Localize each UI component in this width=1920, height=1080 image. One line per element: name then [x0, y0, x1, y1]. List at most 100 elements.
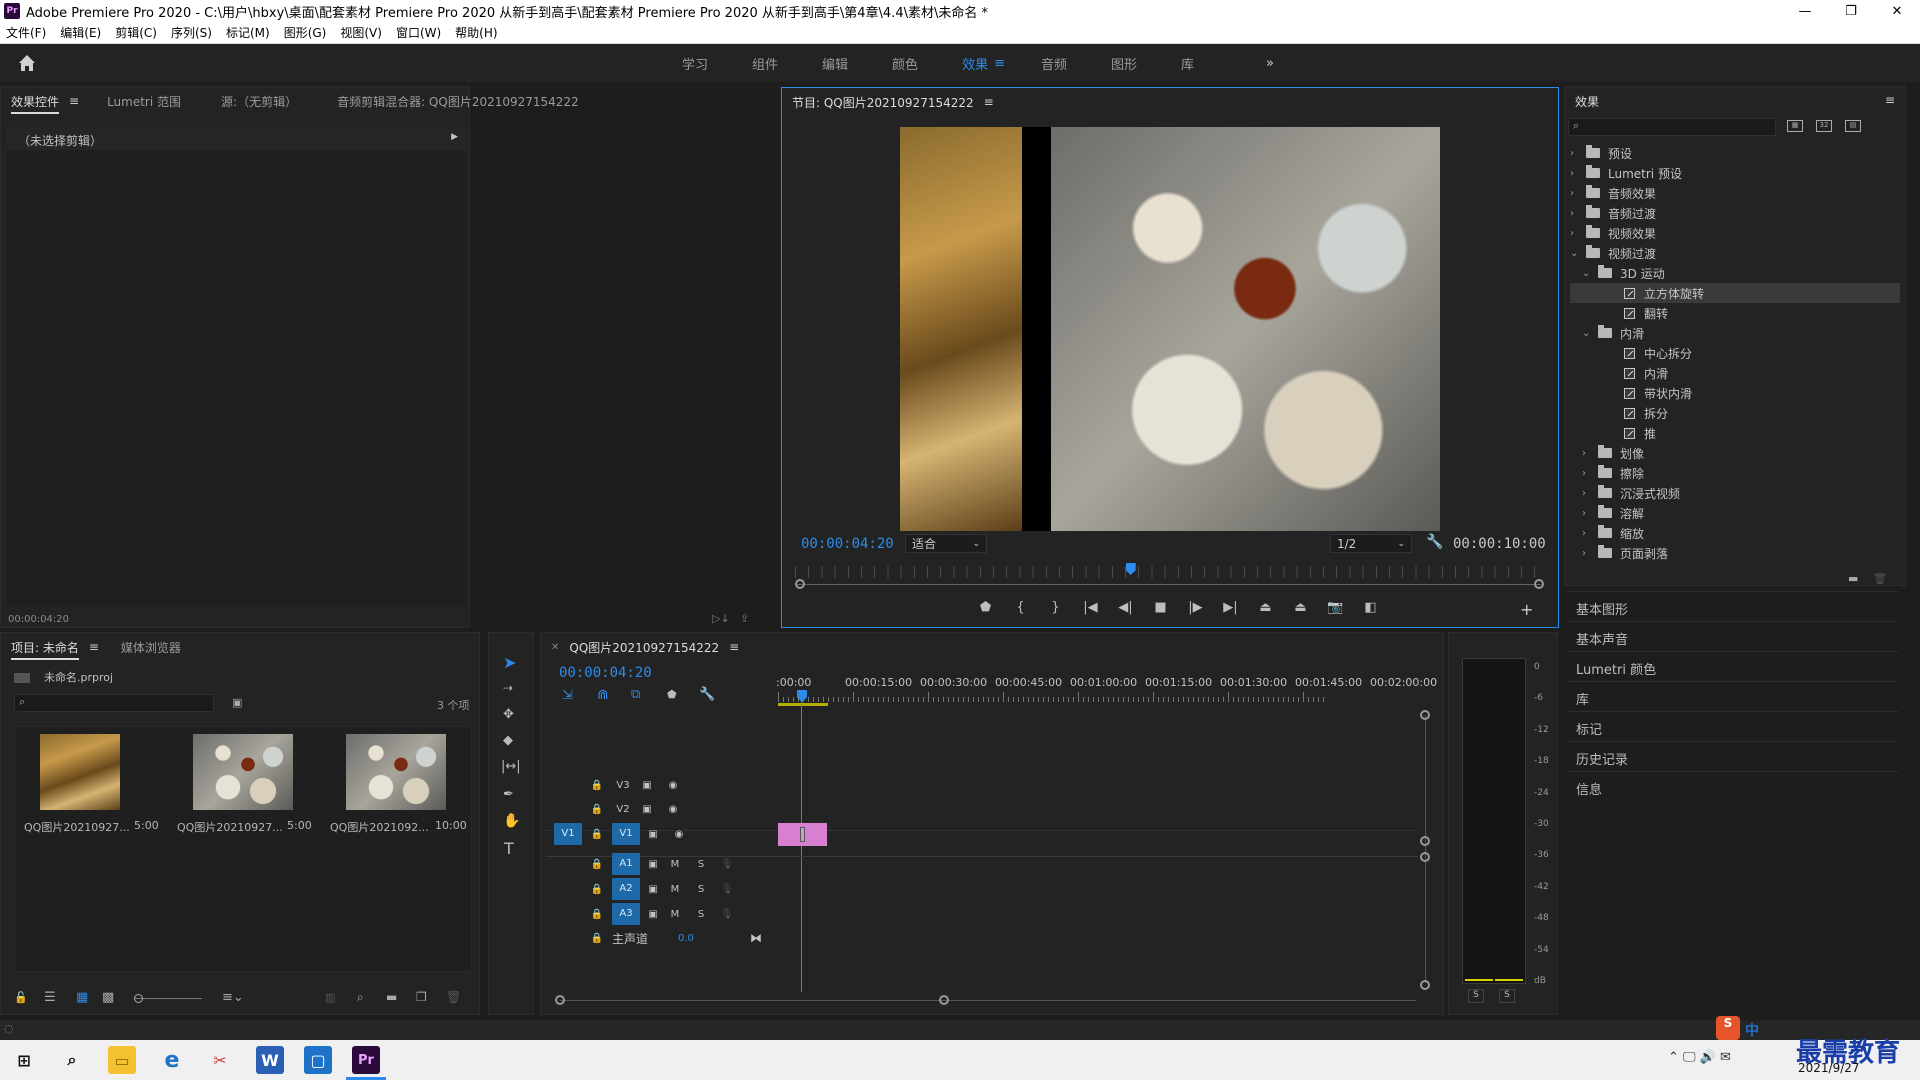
- lock-icon[interactable]: 🔒: [590, 829, 604, 840]
- icon-view-icon[interactable]: ▦: [76, 990, 88, 1005]
- chevron-right-icon[interactable]: ›: [1570, 168, 1582, 179]
- chevron-right-icon[interactable]: ›: [1570, 148, 1582, 159]
- compare-view-icon[interactable]: ◧: [1353, 600, 1388, 615]
- tab-audio-clip-mixer[interactable]: 音频剪辑混合器: QQ图片20210927154222: [307, 93, 589, 110]
- restore-button[interactable]: ❐: [1828, 0, 1874, 22]
- workspace-menu-icon[interactable]: ≡: [994, 56, 1019, 71]
- program-time-ruler[interactable]: [795, 566, 1541, 578]
- tab-project[interactable]: 项目: 未命名: [1, 639, 89, 660]
- effect-folder[interactable]: › Lumetri 预设: [1570, 163, 1900, 183]
- pen-tool-icon[interactable]: ✒: [503, 787, 514, 802]
- accelerated-effects-icon[interactable]: ▦: [1787, 120, 1803, 132]
- step-forward-icon[interactable]: |▶: [1178, 600, 1213, 615]
- effect-folder[interactable]: › 划像: [1570, 443, 1900, 463]
- track-select-tool-icon[interactable]: ⇢: [503, 681, 513, 695]
- effect-folder[interactable]: › 沉浸式视频: [1570, 483, 1900, 503]
- panel-info[interactable]: 信息: [1568, 771, 1898, 801]
- mute-button[interactable]: M: [668, 909, 682, 920]
- sync-lock-icon[interactable]: ▣: [640, 780, 654, 791]
- chevron-right-icon[interactable]: ›: [1582, 548, 1594, 559]
- scroll-handle-right[interactable]: [939, 995, 949, 1005]
- chevron-right-icon[interactable]: ›: [1582, 528, 1594, 539]
- extract-icon[interactable]: ⏏: [1283, 600, 1318, 615]
- close-icon[interactable]: ✕: [541, 642, 559, 653]
- eye-icon[interactable]: ◉: [672, 829, 686, 840]
- workspace-tab-graphics[interactable]: 图形: [1089, 54, 1159, 73]
- source-patch[interactable]: V1: [554, 823, 582, 845]
- chevron-right-icon[interactable]: ›: [1582, 508, 1594, 519]
- lock-icon[interactable]: 🔒: [590, 804, 604, 815]
- sync-lock-icon[interactable]: ▣: [646, 909, 660, 920]
- nest-sequence-icon[interactable]: ⇲: [562, 688, 573, 703]
- windows-start-icon[interactable]: ⊞: [10, 1046, 38, 1074]
- effect-item[interactable]: 带状内滑: [1570, 383, 1900, 403]
- tab-media-browser[interactable]: 媒体浏览器: [99, 639, 191, 656]
- type-tool-icon[interactable]: T: [504, 839, 514, 858]
- chevron-right-icon[interactable]: ›: [1570, 228, 1582, 239]
- timeline-ruler[interactable]: :00:00 00:00:15:00 00:00:30:00 00:00:45:00 0…: [776, 676, 1437, 704]
- camera-icon[interactable]: 📷: [1318, 600, 1353, 615]
- panel-menu-icon[interactable]: ≡: [984, 95, 994, 109]
- eye-icon[interactable]: ◉: [666, 804, 680, 815]
- mute-button[interactable]: M: [668, 884, 682, 895]
- tab-effect-controls[interactable]: 效果控件: [1, 93, 69, 114]
- edge-icon[interactable]: e: [158, 1046, 186, 1074]
- panel-markers[interactable]: 标记: [1568, 711, 1898, 741]
- panel-menu-icon[interactable]: ≡: [69, 94, 89, 108]
- panel-essential-sound[interactable]: 基本声音: [1568, 621, 1898, 651]
- sogou-icon[interactable]: S: [1716, 1016, 1740, 1040]
- effect-item[interactable]: 推: [1570, 423, 1900, 443]
- tab-source[interactable]: 源:（无剪辑）: [191, 93, 307, 110]
- fit-dropdown[interactable]: 适合 ⌄: [905, 534, 987, 553]
- snap-icon[interactable]: ⋒: [597, 687, 609, 703]
- new-item-icon[interactable]: ❐: [416, 990, 427, 1004]
- solo-button[interactable]: S: [694, 884, 708, 895]
- effect-folder[interactable]: ⌄ 内滑: [1570, 323, 1900, 343]
- lock-icon[interactable]: 🔒: [590, 884, 604, 895]
- stop-icon[interactable]: ■: [1143, 600, 1178, 615]
- menu-sequence[interactable]: 序列(S): [171, 24, 212, 41]
- file-explorer-icon[interactable]: ▭: [108, 1046, 136, 1074]
- resolution-dropdown[interactable]: 1/2 ⌄: [1330, 534, 1412, 553]
- razor-tool-icon[interactable]: ◆: [503, 733, 513, 748]
- go-to-end-icon[interactable]: ⧓: [750, 931, 762, 945]
- project-thumbnail[interactable]: [193, 734, 293, 810]
- go-to-out-icon[interactable]: ▶|: [1213, 600, 1248, 615]
- panel-history[interactable]: 历史记录: [1568, 741, 1898, 771]
- panel-menu-icon[interactable]: ≡: [729, 640, 739, 654]
- workspace-tab-libraries[interactable]: 库: [1159, 54, 1216, 73]
- program-video-frame[interactable]: [900, 127, 1440, 531]
- menu-clip[interactable]: 剪辑(C): [115, 24, 157, 41]
- effect-item[interactable]: 中心拆分: [1570, 343, 1900, 363]
- chevron-down-icon[interactable]: ⌄: [1582, 268, 1594, 279]
- lock-icon[interactable]: 🔒: [590, 933, 604, 944]
- scroll-handle[interactable]: [1420, 710, 1430, 720]
- go-to-in-icon[interactable]: |◀: [1073, 600, 1108, 615]
- lock-icon[interactable]: 🔒: [590, 780, 604, 791]
- work-area-bar[interactable]: [778, 703, 828, 706]
- menu-file[interactable]: 文件(F): [6, 24, 46, 41]
- chevron-right-icon[interactable]: ›: [1570, 188, 1582, 199]
- sync-lock-icon[interactable]: ▣: [646, 884, 660, 895]
- timeline-settings-icon[interactable]: 🔧: [699, 687, 715, 702]
- premiere-taskbar-icon[interactable]: Pr: [352, 1046, 380, 1074]
- zoom-slider-handle[interactable]: [134, 994, 143, 1003]
- workspace-tab-color[interactable]: 颜色: [870, 54, 940, 73]
- video-clip[interactable]: [778, 823, 827, 846]
- track-label[interactable]: V1: [612, 823, 640, 845]
- scroll-handle[interactable]: [1420, 852, 1430, 862]
- selection-tool-icon[interactable]: ➤: [503, 653, 516, 672]
- home-icon[interactable]: [16, 52, 38, 74]
- effects-search-input[interactable]: ⌕: [1568, 118, 1776, 136]
- automate-to-sequence-icon[interactable]: ▥: [325, 991, 335, 1004]
- app-icon[interactable]: ▢: [304, 1046, 332, 1074]
- menu-help[interactable]: 帮助(H): [455, 24, 497, 41]
- step-back-icon[interactable]: ◀|: [1108, 600, 1143, 615]
- track-label[interactable]: A1: [612, 853, 640, 875]
- effect-item[interactable]: 内滑: [1570, 363, 1900, 383]
- effect-folder[interactable]: › 溶解: [1570, 503, 1900, 523]
- workspace-tab-learn[interactable]: 学习: [660, 54, 730, 73]
- track-label[interactable]: A3: [612, 903, 640, 925]
- menu-window[interactable]: 窗口(W): [396, 24, 441, 41]
- effect-folder[interactable]: › 擦除: [1570, 463, 1900, 483]
